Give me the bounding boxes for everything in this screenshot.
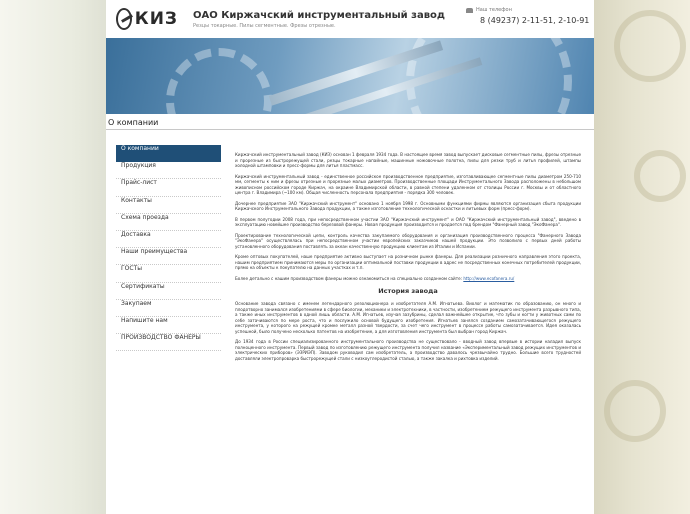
- title-divider: [106, 129, 594, 130]
- content-paragraph: Киржачский инструментальный завод - един…: [235, 173, 581, 196]
- history-heading: История завода: [378, 287, 438, 295]
- decorative-gear: [634, 150, 686, 202]
- page-background-left: [0, 0, 106, 514]
- saw-blade-graphic: [166, 48, 272, 114]
- logo-emblem-icon: [116, 8, 132, 30]
- decorative-gear: [614, 10, 686, 82]
- company-name: ОАО Киржачский инструментальный завод: [193, 10, 445, 21]
- sidebar-item-delivery[interactable]: Доставка: [116, 231, 221, 249]
- logo-text: КИЗ: [134, 9, 178, 29]
- site-logo[interactable]: КИЗ: [116, 8, 178, 30]
- ecofanera-link[interactable]: http://www.ecofanera.ru/: [463, 276, 514, 281]
- page-background-right: [594, 0, 690, 514]
- page-container: КИЗ ОАО Киржачский инструментальный заво…: [106, 0, 594, 514]
- sidebar-menu: О компании Продукция Прайс-лист Контакты…: [116, 145, 221, 352]
- content-paragraph: Проектирование технологической цепи, кон…: [235, 232, 581, 249]
- content-paragraph: В первом полугодии 2008 года, при непоср…: [235, 216, 581, 228]
- sidebar-item-write-us[interactable]: Напишите нам: [116, 317, 221, 335]
- sidebar-item-gosts[interactable]: ГОСТы: [116, 265, 221, 283]
- site-link-intro: Более детально с нашим производством фан…: [235, 275, 462, 281]
- phone-icon: [466, 8, 473, 13]
- content-paragraph: Дочернее предприятие ЗАО "Киржачский инс…: [235, 200, 581, 212]
- site-header: КИЗ ОАО Киржачский инструментальный заво…: [106, 0, 594, 38]
- sidebar-item-plywood[interactable]: ПРОИЗВОДСТВО ФАНЕРЫ: [116, 334, 221, 352]
- company-tagline: Резцы токарные. Пилы сегментные. Фрезы о…: [193, 23, 336, 29]
- page-title: О компании: [108, 118, 159, 127]
- history-paragraph: Основание завода связано с именем легенд…: [235, 301, 581, 334]
- sidebar-item-about[interactable]: О компании: [116, 145, 221, 163]
- decorative-gear: [604, 380, 666, 442]
- main-content: Киржачский инструментальный завод (КИЗ) …: [235, 152, 581, 366]
- phone-label: Наш телефон: [476, 7, 512, 13]
- sidebar-item-purchasing[interactable]: Закупаем: [116, 300, 221, 317]
- phone-number: 8 (49237) 2-11-51, 2-10-91: [480, 16, 590, 25]
- content-paragraph: Более детально с нашим производством фан…: [235, 276, 581, 282]
- sidebar-item-certificates[interactable]: Сертификаты: [116, 283, 221, 300]
- sidebar-item-directions[interactable]: Схема проезда: [116, 214, 221, 231]
- sidebar-item-price-list[interactable]: Прайс-лист: [116, 179, 221, 197]
- sidebar-item-contacts[interactable]: Контакты: [116, 197, 221, 214]
- content-paragraph: Киржачский инструментальный завод (КИЗ) …: [235, 152, 581, 168]
- content-paragraph: Кроме оптовых покупателей, наше предприя…: [235, 254, 581, 270]
- sidebar-item-advantages[interactable]: Наши преимущества: [116, 248, 221, 266]
- header-banner-image: [106, 38, 594, 114]
- sidebar-item-products[interactable]: Продукция: [116, 162, 221, 180]
- history-paragraph: До 1934 года в России специализированног…: [235, 339, 581, 361]
